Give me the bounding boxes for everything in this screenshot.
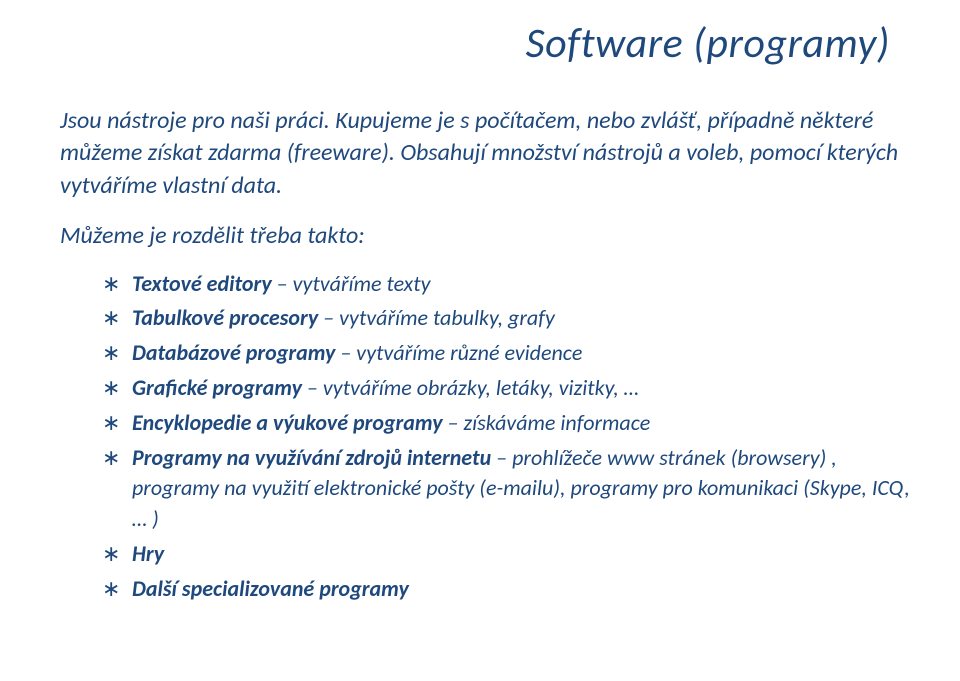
list-item-bold: Hry — [132, 540, 164, 567]
list-item: Další specializované programy — [102, 574, 910, 605]
list-item-bold: Tabulkové procesory — [132, 304, 318, 331]
list-item-text: – vytváříme texty — [272, 270, 431, 297]
list-item-bold: Další specializované programy — [132, 575, 409, 602]
list-item-bold: Textové editory — [132, 270, 272, 297]
list-item: Hry — [102, 539, 910, 570]
list-item-text: – vytváříme obrázky, letáky, vizitky, … — [302, 374, 639, 401]
list-item-text: – vytváříme tabulky, grafy — [318, 304, 555, 331]
list-item-text: – vytváříme různé evidence — [335, 339, 582, 366]
list-item: Textové editory – vytváříme texty — [102, 269, 910, 300]
list-item: Databázové programy – vytváříme různé ev… — [102, 338, 910, 369]
intro-paragraph: Jsou nástroje pro naši práci. Kupujeme j… — [60, 105, 910, 202]
category-list: Textové editory – vytváříme texty Tabulk… — [60, 269, 910, 605]
list-item: Grafické programy – vytváříme obrázky, l… — [102, 373, 910, 404]
list-item: Tabulkové procesory – vytváříme tabulky,… — [102, 303, 910, 334]
list-item-bold: Databázové programy — [132, 339, 335, 366]
list-item-text: – získáváme informace — [443, 409, 651, 436]
subheading-paragraph: Můžeme je rozdělit třeba takto: — [60, 220, 910, 252]
list-item: Programy na využívání zdrojů internetu –… — [102, 443, 910, 535]
list-item-bold: Programy na využívání zdrojů internetu — [132, 444, 491, 471]
list-item: Encyklopedie a výukové programy – získáv… — [102, 408, 910, 439]
slide-title: Software (programy) — [60, 18, 910, 69]
list-item-bold: Encyklopedie a výukové programy — [132, 409, 443, 436]
slide: Software (programy) Jsou nástroje pro na… — [0, 0, 960, 681]
list-item-bold: Grafické programy — [132, 374, 302, 401]
